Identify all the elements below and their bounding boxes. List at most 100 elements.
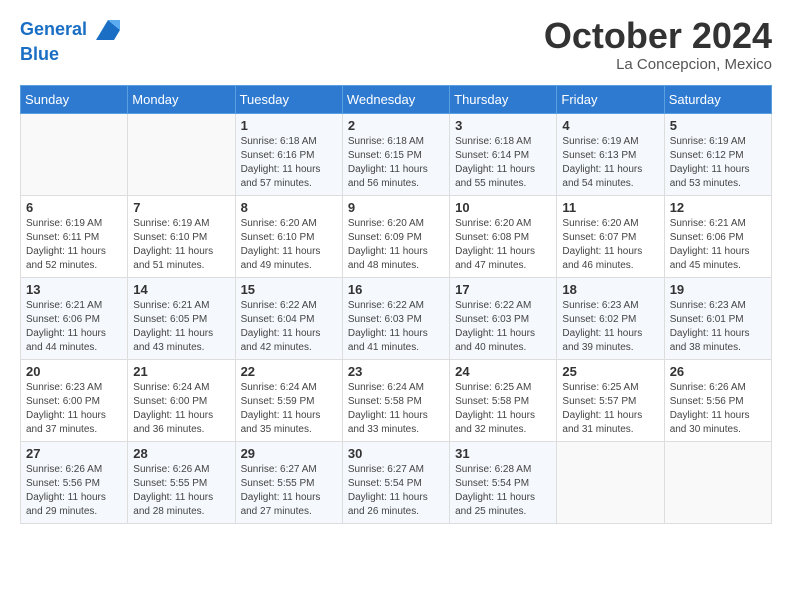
day-info: Sunrise: 6:20 AM Sunset: 6:10 PM Dayligh… xyxy=(241,217,337,273)
calendar-cell: 3 Sunrise: 6:18 AM Sunset: 6:14 PM Daylig… xyxy=(450,113,557,195)
day-number: 24 xyxy=(455,364,551,379)
calendar-cell: 25 Sunrise: 6:25 AM Sunset: 5:57 PM Dayli… xyxy=(557,359,664,441)
day-info: Sunrise: 6:21 AM Sunset: 6:05 PM Dayligh… xyxy=(133,299,229,355)
day-number: 23 xyxy=(348,364,444,379)
calendar-cell: 9Sunrise: 6:20 AM Sunset: 6:09 PM Daylig… xyxy=(342,195,449,277)
calendar-header-row: SundayMondayTuesdayWednesdayThursdayFrid… xyxy=(21,85,772,113)
calendar-cell: 30 Sunrise: 6:27 AM Sunset: 5:54 PM Dayli… xyxy=(342,441,449,523)
calendar-cell: 10 Sunrise: 6:20 AM Sunset: 6:08 PM Dayli… xyxy=(450,195,557,277)
day-info: Sunrise: 6:27 AM Sunset: 5:55 PM Dayligh… xyxy=(241,463,337,519)
column-header-wednesday: Wednesday xyxy=(342,85,449,113)
day-number: 27 xyxy=(26,446,122,461)
day-number: 12 xyxy=(670,200,766,215)
day-info: Sunrise: 6:25 AM Sunset: 5:57 PM Dayligh… xyxy=(562,381,658,437)
day-number: 26 xyxy=(670,364,766,379)
calendar-week-row: 13 Sunrise: 6:21 AM Sunset: 6:06 PM Dayli… xyxy=(21,277,772,359)
calendar-cell: 28 Sunrise: 6:26 AM Sunset: 5:55 PM Dayli… xyxy=(128,441,235,523)
calendar-cell: 12 Sunrise: 6:21 AM Sunset: 6:06 PM Dayli… xyxy=(664,195,771,277)
day-info: Sunrise: 6:24 AM Sunset: 6:00 PM Dayligh… xyxy=(133,381,229,437)
day-number: 4 xyxy=(562,118,658,133)
column-header-sunday: Sunday xyxy=(21,85,128,113)
calendar-cell: 17 Sunrise: 6:22 AM Sunset: 6:03 PM Dayli… xyxy=(450,277,557,359)
calendar-cell: 18 Sunrise: 6:23 AM Sunset: 6:02 PM Dayli… xyxy=(557,277,664,359)
day-number: 21 xyxy=(133,364,229,379)
logo-text: General xyxy=(20,16,122,44)
day-info: Sunrise: 6:19 AM Sunset: 6:12 PM Dayligh… xyxy=(670,135,766,191)
calendar-cell: 23Sunrise: 6:24 AM Sunset: 5:58 PM Dayli… xyxy=(342,359,449,441)
location: La Concepcion, Mexico xyxy=(544,56,772,73)
logo-icon xyxy=(94,16,122,44)
column-header-thursday: Thursday xyxy=(450,85,557,113)
calendar-cell: 14 Sunrise: 6:21 AM Sunset: 6:05 PM Dayli… xyxy=(128,277,235,359)
day-info: Sunrise: 6:19 AM Sunset: 6:11 PM Dayligh… xyxy=(26,217,122,273)
day-info: Sunrise: 6:28 AM Sunset: 5:54 PM Dayligh… xyxy=(455,463,551,519)
logo-general: General xyxy=(20,19,87,39)
calendar-cell xyxy=(664,441,771,523)
calendar-cell: 2Sunrise: 6:18 AM Sunset: 6:15 PM Daylig… xyxy=(342,113,449,195)
day-number: 3 xyxy=(455,118,551,133)
day-info: Sunrise: 6:26 AM Sunset: 5:56 PM Dayligh… xyxy=(26,463,122,519)
calendar-cell: 20Sunrise: 6:23 AM Sunset: 6:00 PM Dayli… xyxy=(21,359,128,441)
calendar-cell: 21 Sunrise: 6:24 AM Sunset: 6:00 PM Dayli… xyxy=(128,359,235,441)
calendar-cell: 4Sunrise: 6:19 AM Sunset: 6:13 PM Daylig… xyxy=(557,113,664,195)
day-info: Sunrise: 6:18 AM Sunset: 6:14 PM Dayligh… xyxy=(455,135,551,191)
day-info: Sunrise: 6:23 AM Sunset: 6:02 PM Dayligh… xyxy=(562,299,658,355)
day-number: 17 xyxy=(455,282,551,297)
calendar-week-row: 27 Sunrise: 6:26 AM Sunset: 5:56 PM Dayli… xyxy=(21,441,772,523)
calendar-cell: 22 Sunrise: 6:24 AM Sunset: 5:59 PM Dayli… xyxy=(235,359,342,441)
month-title: October 2024 xyxy=(544,16,772,56)
day-number: 25 xyxy=(562,364,658,379)
day-info: Sunrise: 6:22 AM Sunset: 6:03 PM Dayligh… xyxy=(348,299,444,355)
day-info: Sunrise: 6:24 AM Sunset: 5:59 PM Dayligh… xyxy=(241,381,337,437)
day-number: 15 xyxy=(241,282,337,297)
day-number: 1 xyxy=(241,118,337,133)
day-info: Sunrise: 6:21 AM Sunset: 6:06 PM Dayligh… xyxy=(26,299,122,355)
logo-blue: Blue xyxy=(20,44,122,66)
day-info: Sunrise: 6:23 AM Sunset: 6:00 PM Dayligh… xyxy=(26,381,122,437)
calendar-cell: 19Sunrise: 6:23 AM Sunset: 6:01 PM Dayli… xyxy=(664,277,771,359)
day-info: Sunrise: 6:26 AM Sunset: 5:56 PM Dayligh… xyxy=(670,381,766,437)
day-info: Sunrise: 6:19 AM Sunset: 6:10 PM Dayligh… xyxy=(133,217,229,273)
day-info: Sunrise: 6:21 AM Sunset: 6:06 PM Dayligh… xyxy=(670,217,766,273)
calendar-week-row: 20Sunrise: 6:23 AM Sunset: 6:00 PM Dayli… xyxy=(21,359,772,441)
day-number: 28 xyxy=(133,446,229,461)
day-number: 8 xyxy=(241,200,337,215)
day-number: 16 xyxy=(348,282,444,297)
calendar-cell: 24 Sunrise: 6:25 AM Sunset: 5:58 PM Dayli… xyxy=(450,359,557,441)
calendar-week-row: 1Sunrise: 6:18 AM Sunset: 6:16 PM Daylig… xyxy=(21,113,772,195)
day-number: 13 xyxy=(26,282,122,297)
calendar-cell: 5Sunrise: 6:19 AM Sunset: 6:12 PM Daylig… xyxy=(664,113,771,195)
calendar-cell: 16 Sunrise: 6:22 AM Sunset: 6:03 PM Dayli… xyxy=(342,277,449,359)
day-info: Sunrise: 6:27 AM Sunset: 5:54 PM Dayligh… xyxy=(348,463,444,519)
calendar-cell: 1Sunrise: 6:18 AM Sunset: 6:16 PM Daylig… xyxy=(235,113,342,195)
day-number: 7 xyxy=(133,200,229,215)
calendar-cell: 11Sunrise: 6:20 AM Sunset: 6:07 PM Dayli… xyxy=(557,195,664,277)
day-info: Sunrise: 6:20 AM Sunset: 6:09 PM Dayligh… xyxy=(348,217,444,273)
day-number: 11 xyxy=(562,200,658,215)
day-info: Sunrise: 6:26 AM Sunset: 5:55 PM Dayligh… xyxy=(133,463,229,519)
calendar-cell: 29Sunrise: 6:27 AM Sunset: 5:55 PM Dayli… xyxy=(235,441,342,523)
column-header-friday: Friday xyxy=(557,85,664,113)
calendar-week-row: 6 Sunrise: 6:19 AM Sunset: 6:11 PM Daylig… xyxy=(21,195,772,277)
day-info: Sunrise: 6:22 AM Sunset: 6:03 PM Dayligh… xyxy=(455,299,551,355)
page-header: General Blue October 2024 La Concepcion,… xyxy=(20,16,772,73)
day-number: 18 xyxy=(562,282,658,297)
calendar-cell: 26 Sunrise: 6:26 AM Sunset: 5:56 PM Dayli… xyxy=(664,359,771,441)
calendar-table: SundayMondayTuesdayWednesdayThursdayFrid… xyxy=(20,85,772,524)
day-number: 14 xyxy=(133,282,229,297)
day-number: 10 xyxy=(455,200,551,215)
day-info: Sunrise: 6:25 AM Sunset: 5:58 PM Dayligh… xyxy=(455,381,551,437)
calendar-cell: 27 Sunrise: 6:26 AM Sunset: 5:56 PM Dayli… xyxy=(21,441,128,523)
day-number: 31 xyxy=(455,446,551,461)
calendar-cell: 13 Sunrise: 6:21 AM Sunset: 6:06 PM Dayli… xyxy=(21,277,128,359)
title-block: October 2024 La Concepcion, Mexico xyxy=(544,16,772,73)
day-number: 22 xyxy=(241,364,337,379)
day-info: Sunrise: 6:20 AM Sunset: 6:08 PM Dayligh… xyxy=(455,217,551,273)
day-number: 6 xyxy=(26,200,122,215)
day-number: 30 xyxy=(348,446,444,461)
calendar-cell: 6 Sunrise: 6:19 AM Sunset: 6:11 PM Daylig… xyxy=(21,195,128,277)
calendar-cell: 8 Sunrise: 6:20 AM Sunset: 6:10 PM Daylig… xyxy=(235,195,342,277)
column-header-tuesday: Tuesday xyxy=(235,85,342,113)
calendar-cell: 15Sunrise: 6:22 AM Sunset: 6:04 PM Dayli… xyxy=(235,277,342,359)
day-info: Sunrise: 6:18 AM Sunset: 6:15 PM Dayligh… xyxy=(348,135,444,191)
